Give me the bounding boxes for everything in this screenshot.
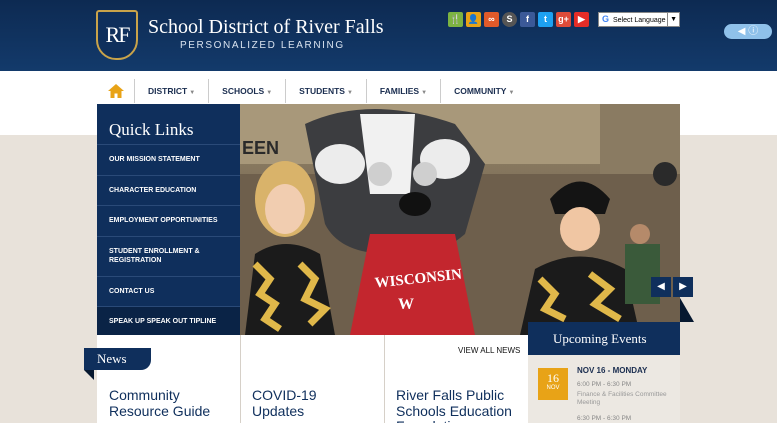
news-title[interactable]: COVID-19 Updates (252, 387, 372, 419)
slider-prev-button[interactable]: ◀ (651, 277, 671, 297)
nav-community[interactable]: COMMUNITY ▼ (441, 79, 527, 103)
quick-link-enrollment[interactable]: STUDENT ENROLLMENT & REGISTRATION (97, 235, 240, 276)
news-tab-fold (84, 370, 94, 380)
nav-schools-label: SCHOOLS (222, 86, 265, 96)
district-logo[interactable]: RF (96, 10, 138, 60)
quick-link-mission[interactable]: OUR MISSION STATEMENT (97, 144, 240, 175)
hero-illustration: EEN WISCONSIN W (240, 104, 680, 335)
events-tab-fold (680, 298, 694, 322)
chevron-down-icon: ▼ (421, 90, 428, 96)
nav-home[interactable] (97, 79, 135, 103)
quick-links-title: Quick Links (109, 120, 194, 139)
nav-students[interactable]: STUDENTS ▼ (286, 79, 367, 103)
nav-district-label: DISTRICT (148, 86, 188, 96)
quick-link-character[interactable]: CHARACTER EDUCATION (97, 174, 240, 206)
news-tab: News (84, 348, 151, 370)
site-title[interactable]: School District of River Falls (148, 16, 384, 39)
nav-families-label: FAMILIES (379, 86, 420, 96)
upcoming-events-panel: Upcoming Events 16 NOV NOV 16 - MONDAY 6… (528, 322, 680, 423)
language-select[interactable]: G Select Language ▼ (598, 12, 680, 27)
news-title[interactable]: River Falls Public Schools Education Fou… (396, 387, 521, 423)
google-plus-icon[interactable]: g+ (556, 12, 571, 27)
youtube-icon[interactable]: ▶ (574, 12, 589, 27)
user-icon[interactable]: 👤 (466, 12, 481, 27)
nav-district[interactable]: DISTRICT ▼ (135, 79, 210, 103)
google-icon: G (602, 14, 610, 24)
quick-link-tipline[interactable]: SPEAK UP SPEAK OUT TIPLINE (97, 306, 240, 337)
home-icon (107, 84, 124, 98)
event-name[interactable]: Finance & Facilities Committee Meeting (577, 391, 667, 407)
link-icon[interactable]: ∞ (484, 12, 499, 27)
event-date-badge: 16 NOV (538, 368, 568, 400)
w-logo: W (398, 296, 414, 313)
quick-links-panel: Quick Links OUR MISSION STATEMENT CHARAC… (97, 104, 240, 337)
main-nav: DISTRICT ▼ SCHOOLS ▼ STUDENTS ▼ FAMILIES ▼ C… (97, 79, 527, 103)
accessibility-toggle[interactable]: ◀ ⓘ (724, 24, 772, 39)
s-icon[interactable]: S (502, 12, 517, 27)
hero-slideshow-image[interactable]: EEN WISCONSIN W (240, 104, 680, 335)
nav-students-label: STUDENTS (299, 86, 345, 96)
slider-next-button[interactable]: ▶ (673, 277, 693, 297)
event-day-heading[interactable]: NOV 16 - MONDAY (577, 366, 647, 375)
facebook-icon[interactable]: f (520, 12, 535, 27)
social-links: 🍴 👤 ∞ S f t g+ ▶ (448, 12, 589, 27)
event-date-month: NOV (546, 385, 560, 391)
utensils-icon[interactable]: 🍴 (448, 12, 463, 27)
event-time: 6:00 PM - 6:30 PM (577, 381, 632, 388)
twitter-icon[interactable]: t (538, 12, 553, 27)
nav-schools[interactable]: SCHOOLS ▼ (209, 79, 287, 103)
event-date-day: 16 (547, 371, 559, 385)
chevron-down-icon: ▼ (266, 90, 273, 96)
site-header: RF School District of River Falls PERSON… (0, 0, 777, 71)
nav-families[interactable]: FAMILIES ▼ (367, 79, 442, 103)
quick-link-contact[interactable]: CONTACT US (97, 275, 240, 307)
quick-link-employment[interactable]: EMPLOYMENT OPPORTUNITIES (97, 205, 240, 236)
view-all-news-link[interactable]: VIEW ALL NEWS (458, 346, 520, 355)
chevron-down-icon: ▼ (189, 90, 196, 96)
banner-text: EEN (242, 138, 279, 158)
chevron-down-icon: ▼ (667, 13, 677, 26)
nav-community-label: COMMUNITY (454, 86, 507, 96)
site-tagline: PERSONALIZED LEARNING (180, 40, 345, 51)
upcoming-events-title: Upcoming Events (528, 322, 680, 355)
chevron-down-icon: ▼ (346, 90, 353, 96)
language-select-label: Select Language (612, 17, 666, 24)
event-time: 6:30 PM - 6:30 PM (577, 415, 632, 422)
chevron-down-icon: ▼ (508, 90, 515, 96)
news-title[interactable]: Community Resource Guide (109, 387, 229, 419)
